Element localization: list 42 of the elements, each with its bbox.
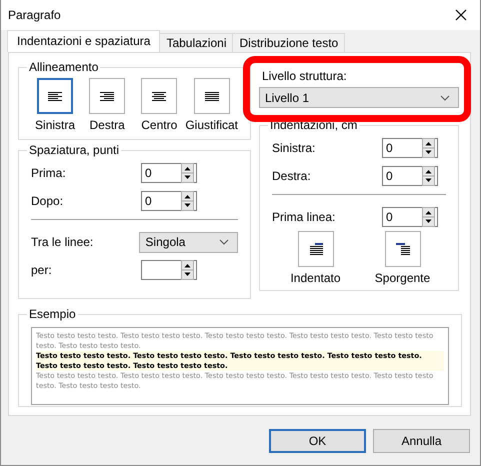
- option-button[interactable]: [89, 78, 126, 114]
- dropdown[interactable]: Singola: [139, 232, 238, 252]
- dropdown[interactable]: Livello 1: [259, 87, 459, 108]
- option-button[interactable]: [384, 231, 420, 267]
- align-left-icon: [48, 92, 62, 100]
- option-button[interactable]: [298, 231, 334, 267]
- align-right-icon: [100, 92, 114, 100]
- field-label: Dopo:: [31, 194, 64, 208]
- field-label: Prima:: [31, 166, 67, 180]
- dialog-button[interactable]: Annulla: [373, 429, 470, 453]
- group-title: Esempio: [28, 307, 77, 321]
- field-label: Tra le linee:: [31, 235, 94, 249]
- close-icon: [455, 9, 467, 21]
- option-button[interactable]: [37, 78, 74, 114]
- first-line-indent-icon: [308, 242, 322, 256]
- option-label: Destra: [89, 118, 125, 132]
- dropdown-value: Livello 1: [265, 90, 310, 104]
- field-label: Prima linea:: [272, 210, 336, 224]
- align-justify-icon: [204, 92, 219, 100]
- option-label: Sinistra: [35, 118, 76, 132]
- group-title: Spaziatura, punti: [28, 143, 120, 157]
- tab[interactable]: Indentazioni e spaziatura: [7, 30, 160, 52]
- tab[interactable]: Distribuzione testo: [232, 33, 346, 52]
- option-button[interactable]: [194, 78, 230, 114]
- option-label: Indentato: [290, 271, 341, 285]
- option-button[interactable]: [141, 78, 178, 114]
- align-center-icon: [152, 92, 166, 100]
- dialog-button[interactable]: OK: [269, 429, 366, 453]
- option-label: Centro: [141, 118, 178, 132]
- window-title: Paragrafo: [8, 8, 61, 22]
- group-title: Allineamento: [28, 60, 100, 74]
- chevron-icon: [440, 94, 450, 100]
- group-title: Indentazioni, cm: [269, 118, 358, 132]
- field-label: Destra:: [272, 169, 312, 183]
- field-label: per:: [31, 263, 53, 277]
- field-label: Livello struttura:: [262, 69, 348, 83]
- option-label: Giustificat: [185, 118, 238, 132]
- dropdown-value: Singola: [145, 235, 186, 249]
- chevron-icon: [219, 239, 229, 245]
- option-label: Sporgente: [374, 271, 430, 285]
- field-label: Sinistra:: [272, 141, 316, 155]
- hanging-indent-icon: [396, 242, 410, 256]
